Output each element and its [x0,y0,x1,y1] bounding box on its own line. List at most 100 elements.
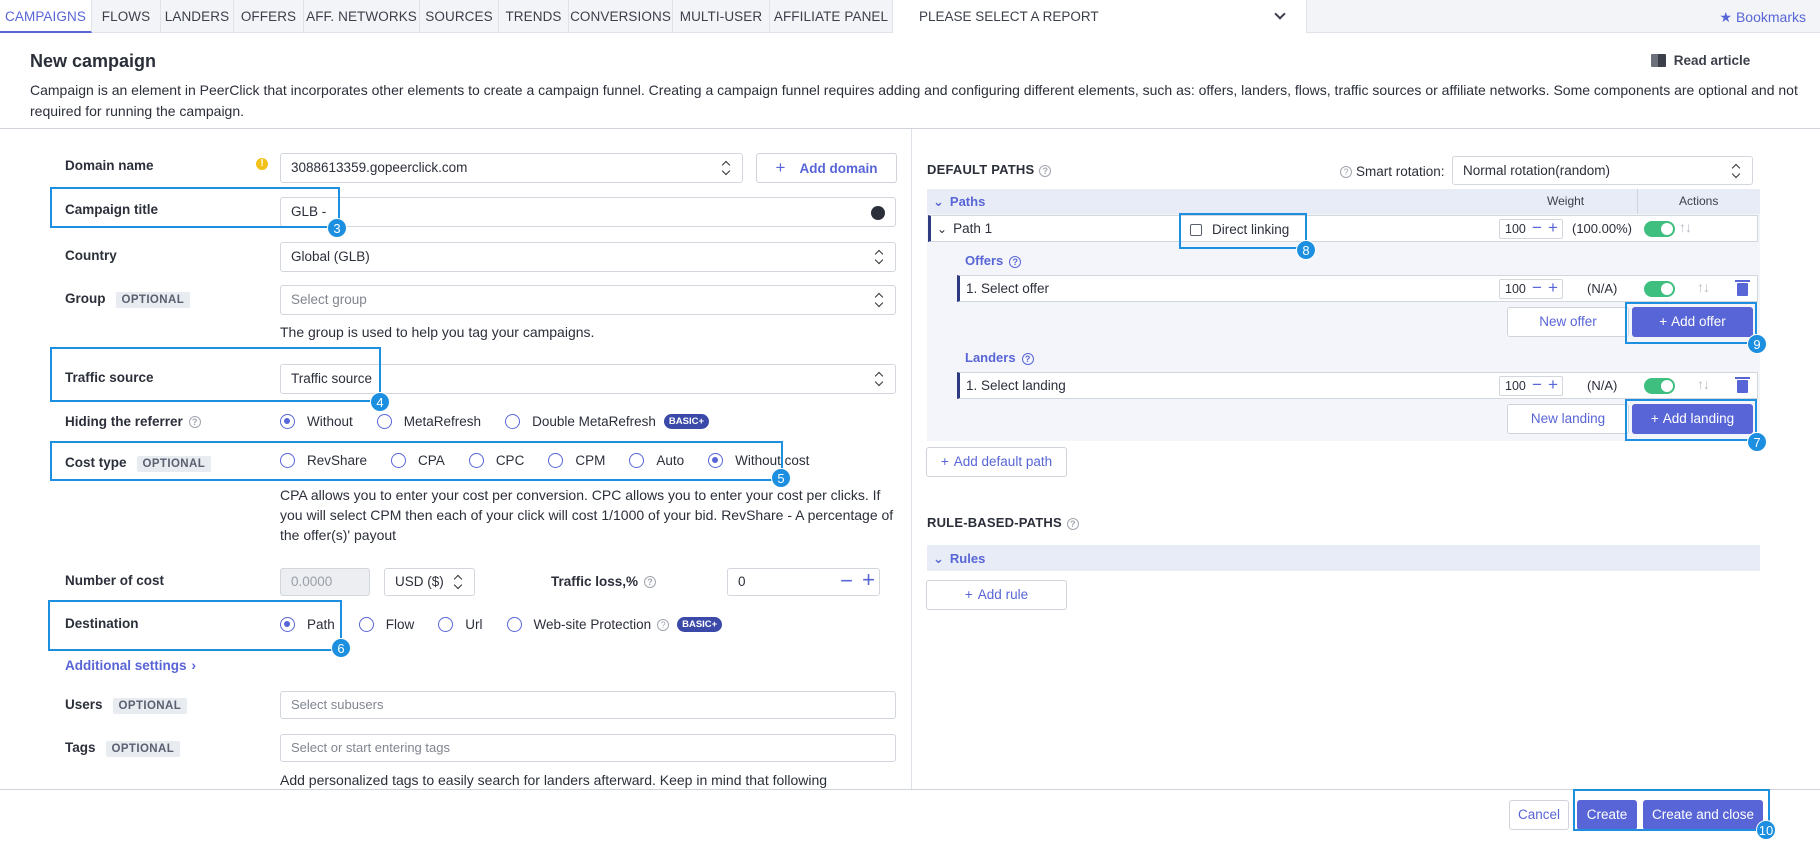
domain-select[interactable]: 3088613359.gopeerclick.com [280,153,743,183]
help-icon[interactable]: ? [657,618,670,631]
help-icon[interactable]: ? [1340,166,1352,179]
trash-icon[interactable] [1735,280,1750,296]
tab-offers[interactable]: OFFERS [234,0,304,33]
new-offer-button[interactable]: New offer [1507,307,1629,337]
plus-icon[interactable]: + [862,567,875,593]
cancel-button[interactable]: Cancel [1509,800,1569,830]
read-article-link[interactable]: Read article [1651,53,1750,68]
header-divider [0,128,1820,129]
tab-affiliate-panel[interactable]: AFFILIATE PANEL [770,0,892,33]
smart-rotation-value: Normal rotation(random) [1463,163,1611,178]
help-icon[interactable]: ? [1021,352,1034,365]
radio-without[interactable]: Without [280,414,353,429]
add-rule-label: Add rule [977,587,1029,602]
annotation-box-campaign-title [50,187,340,228]
currency-select[interactable]: USD ($) [384,568,475,596]
star-icon: ★ [1719,9,1733,25]
rules-toggle[interactable]: ⌄ Rules [933,551,985,567]
plus-icon: + [775,158,786,177]
help-icon[interactable]: ? [644,576,657,589]
reorder-arrows-icon[interactable]: ↑↓ [1697,279,1710,295]
chevron-right-icon: › [191,658,197,673]
minus-icon[interactable]: − [1532,219,1542,237]
actions-header: Actions [1679,194,1719,208]
path-row[interactable]: ⌄ Path 1 [928,215,1758,242]
annotation-number: 10 [1756,820,1776,840]
country-select[interactable]: Global (GLB) [280,242,896,272]
users-select[interactable]: Select subusers [280,691,896,719]
additional-settings-link[interactable]: Additional settings › [65,658,196,673]
radio-website-protection[interactable]: Web-site Protection? BASIC+ [506,617,723,632]
radio-flow[interactable]: Flow [358,617,414,632]
offer-toggle[interactable] [1644,281,1675,297]
radio-label: Double MetaRefresh [532,414,656,429]
plus-icon[interactable]: + [1548,279,1558,297]
minus-icon[interactable]: − [1532,279,1542,297]
radio-double-metarefresh[interactable]: Double MetaRefresh BASIC+ [505,414,710,429]
basic-plus-badge: BASIC+ [677,617,723,632]
offer-weight-value: 100 [1505,282,1526,296]
help-icon[interactable]: ? [1009,255,1022,268]
radio-label: Web-site Protection [533,617,652,632]
add-rule-button[interactable]: + Add rule [926,580,1067,610]
tags-input[interactable]: Select or start entering tags [280,734,896,762]
updown-arrows-icon [875,250,883,264]
new-landing-button[interactable]: New landing [1507,404,1629,434]
add-default-path-button[interactable]: + Add default path [926,447,1067,477]
path-percent: (100.00%) [1572,221,1632,236]
path-toggle[interactable] [1644,221,1675,237]
tab-multi-user[interactable]: MULTI-USER [673,0,770,33]
annotation-number: 4 [370,392,390,412]
cancel-label: Cancel [1517,807,1561,822]
minus-icon[interactable]: − [1532,376,1542,394]
tab-conversions[interactable]: CONVERSIONS [569,0,673,33]
tags-hint: Add personalized tags to easily search f… [280,772,828,788]
lander-toggle[interactable] [1644,378,1675,394]
default-paths-title-text: DEFAULT PATHS [927,162,1035,177]
number-of-cost-input[interactable]: 0.0000 [280,568,370,596]
add-domain-button[interactable]: + Add domain [756,153,897,183]
tab-trends[interactable]: TRENDS [499,0,569,33]
annotation-box-add-landing [1625,399,1757,441]
help-icon[interactable]: ? [1066,517,1079,530]
bookmarks-link[interactable]: ★ Bookmarks [1720,0,1806,34]
group-select[interactable]: Select group [280,285,896,315]
traffic-loss-input[interactable]: 0 − + [727,567,880,596]
color-dot-icon[interactable] [871,206,885,220]
hiding-referrer-label: Hiding the referrer? [65,414,201,429]
trash-icon[interactable] [1735,377,1750,393]
radio-metarefresh[interactable]: MetaRefresh [376,414,482,429]
lander-percent: (N/A) [1587,378,1618,393]
minus-icon[interactable]: − [840,568,853,594]
tab-sources[interactable]: SOURCES [420,0,499,33]
report-select-value: PLEASE SELECT A REPORT [919,9,1099,24]
paths-label: Paths [949,194,986,209]
help-icon[interactable]: ? [1039,164,1052,177]
reorder-arrows-icon[interactable]: ↑↓ [1679,219,1692,235]
tab-aff-networks[interactable]: AFF. NETWORKS [304,0,420,33]
campaign-title-input[interactable]: GLB - [280,197,896,227]
help-icon[interactable]: ? [188,416,201,429]
radio-circle-icon [505,414,521,429]
landers-label: Landers [965,350,1016,365]
paths-toggle[interactable]: ⌄ Paths [933,194,985,210]
reorder-arrows-icon[interactable]: ↑↓ [1697,376,1710,392]
annotation-box-create-buttons [1573,789,1770,831]
report-select[interactable]: PLEASE SELECT A REPORT [892,0,1307,33]
offer-row[interactable]: 1. Select offer [957,275,1758,302]
read-article-label: Read article [1673,53,1751,68]
tab-flows[interactable]: FLOWS [92,0,161,33]
plus-icon[interactable]: + [1548,376,1558,394]
radio-url[interactable]: Url [438,617,483,632]
tab-landers[interactable]: LANDERS [161,0,234,33]
landers-title: Landers? [965,350,1034,365]
plus-icon[interactable]: + [1548,219,1558,237]
domain-value: 3088613359.gopeerclick.com [291,160,468,175]
updown-arrows-icon [1732,164,1740,178]
lander-row[interactable]: 1. Select landing [957,372,1758,399]
smart-rotation-select[interactable]: Normal rotation(random) [1452,156,1753,185]
annotation-number: 6 [331,638,351,658]
radio-label: MetaRefresh [403,414,482,429]
tab-campaigns[interactable]: CAMPAIGNS [0,0,92,33]
destination-group: Path Flow Url Web-site Protection? BASIC+ [280,617,723,632]
